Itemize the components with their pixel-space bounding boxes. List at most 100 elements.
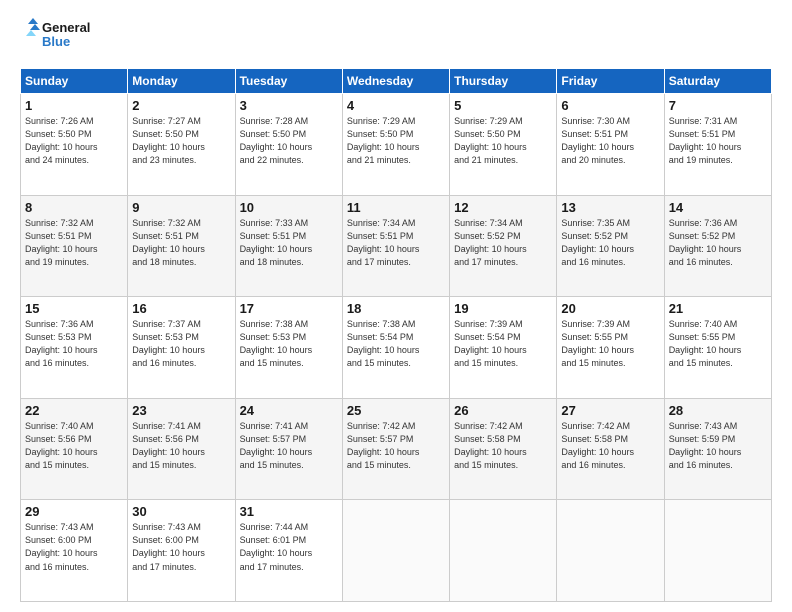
day-number: 20 [561, 301, 659, 316]
cell-info: Sunrise: 7:34 AMSunset: 5:52 PMDaylight:… [454, 217, 552, 269]
calendar-cell: 15Sunrise: 7:36 AMSunset: 5:53 PMDayligh… [21, 297, 128, 399]
calendar-cell: 14Sunrise: 7:36 AMSunset: 5:52 PMDayligh… [664, 195, 771, 297]
cell-info: Sunrise: 7:41 AMSunset: 5:57 PMDaylight:… [240, 420, 338, 472]
calendar-cell: 16 Sunrise: 7:37 AMSunset: 5:53 PMDayligh… [128, 297, 235, 399]
cell-info: Sunrise: 7:41 AMSunset: 5:56 PMDaylight:… [132, 420, 230, 472]
day-number: 8 [25, 200, 123, 215]
cell-info: Sunrise: 7:36 AMSunset: 5:52 PMDaylight:… [669, 217, 767, 269]
calendar-cell: 24 Sunrise: 7:41 AMSunset: 5:57 PMDayligh… [235, 398, 342, 500]
svg-text:Blue: Blue [42, 34, 70, 49]
day-number: 22 [25, 403, 123, 418]
day-number: 21 [669, 301, 767, 316]
day-number: 25 [347, 403, 445, 418]
cell-info: Sunrise: 7:26 AMSunset: 5:50 PMDaylight:… [25, 115, 123, 167]
day-number: 11 [347, 200, 445, 215]
calendar-cell: 17 Sunrise: 7:38 AMSunset: 5:53 PMDayligh… [235, 297, 342, 399]
cell-info: Sunrise: 7:38 AMSunset: 5:53 PMDaylight:… [240, 318, 338, 370]
day-number: 18 [347, 301, 445, 316]
calendar-cell: 31Sunrise: 7:44 AMSunset: 6:01 PMDayligh… [235, 500, 342, 602]
day-number: 31 [240, 504, 338, 519]
calendar-cell: 21Sunrise: 7:40 AMSunset: 5:55 PMDayligh… [664, 297, 771, 399]
cell-info: Sunrise: 7:38 AMSunset: 5:54 PMDaylight:… [347, 318, 445, 370]
calendar-week-5: 29 Sunrise: 7:43 AMSunset: 6:00 PMDayligh… [21, 500, 772, 602]
cell-info: Sunrise: 7:43 AMSunset: 6:00 PMDaylight:… [25, 521, 123, 573]
day-number: 29 [25, 504, 123, 519]
day-number: 10 [240, 200, 338, 215]
day-number: 9 [132, 200, 230, 215]
calendar-week-3: 15Sunrise: 7:36 AMSunset: 5:53 PMDayligh… [21, 297, 772, 399]
calendar-cell: 18 Sunrise: 7:38 AMSunset: 5:54 PMDayligh… [342, 297, 449, 399]
day-number: 4 [347, 98, 445, 113]
calendar-cell: 10 Sunrise: 7:33 AMSunset: 5:51 PMDayligh… [235, 195, 342, 297]
calendar-cell: 27 Sunrise: 7:42 AMSunset: 5:58 PMDayligh… [557, 398, 664, 500]
calendar-cell: 5Sunrise: 7:29 AMSunset: 5:50 PMDaylight… [450, 94, 557, 196]
day-number: 16 [132, 301, 230, 316]
day-number: 17 [240, 301, 338, 316]
cell-info: Sunrise: 7:43 AMSunset: 5:59 PMDaylight:… [669, 420, 767, 472]
calendar-header: SundayMondayTuesdayWednesdayThursdayFrid… [21, 69, 772, 94]
weekday-header-wednesday: Wednesday [342, 69, 449, 94]
logo: General Blue [20, 16, 100, 58]
logo-svg: General Blue [20, 16, 100, 58]
calendar-cell: 30 Sunrise: 7:43 AMSunset: 6:00 PMDayligh… [128, 500, 235, 602]
day-number: 13 [561, 200, 659, 215]
cell-info: Sunrise: 7:28 AMSunset: 5:50 PMDaylight:… [240, 115, 338, 167]
cell-info: Sunrise: 7:42 AMSunset: 5:58 PMDaylight:… [561, 420, 659, 472]
day-number: 27 [561, 403, 659, 418]
calendar-cell [450, 500, 557, 602]
cell-info: Sunrise: 7:32 AMSunset: 5:51 PMDaylight:… [132, 217, 230, 269]
cell-info: Sunrise: 7:34 AMSunset: 5:51 PMDaylight:… [347, 217, 445, 269]
day-number: 5 [454, 98, 552, 113]
cell-info: Sunrise: 7:39 AMSunset: 5:54 PMDaylight:… [454, 318, 552, 370]
cell-info: Sunrise: 7:36 AMSunset: 5:53 PMDaylight:… [25, 318, 123, 370]
calendar-cell: 13 Sunrise: 7:35 AMSunset: 5:52 PMDayligh… [557, 195, 664, 297]
cell-info: Sunrise: 7:43 AMSunset: 6:00 PMDaylight:… [132, 521, 230, 573]
day-number: 19 [454, 301, 552, 316]
cell-info: Sunrise: 7:40 AMSunset: 5:56 PMDaylight:… [25, 420, 123, 472]
weekday-header-monday: Monday [128, 69, 235, 94]
cell-info: Sunrise: 7:30 AMSunset: 5:51 PMDaylight:… [561, 115, 659, 167]
cell-info: Sunrise: 7:33 AMSunset: 5:51 PMDaylight:… [240, 217, 338, 269]
day-number: 26 [454, 403, 552, 418]
calendar-cell: 28 Sunrise: 7:43 AMSunset: 5:59 PMDayligh… [664, 398, 771, 500]
calendar-body: 1 Sunrise: 7:26 AMSunset: 5:50 PMDaylight… [21, 94, 772, 602]
weekday-header-thursday: Thursday [450, 69, 557, 94]
weekday-header-friday: Friday [557, 69, 664, 94]
calendar-cell: 2Sunrise: 7:27 AMSunset: 5:50 PMDaylight… [128, 94, 235, 196]
weekday-header-sunday: Sunday [21, 69, 128, 94]
weekday-header-tuesday: Tuesday [235, 69, 342, 94]
cell-info: Sunrise: 7:35 AMSunset: 5:52 PMDaylight:… [561, 217, 659, 269]
calendar-cell: 25Sunrise: 7:42 AMSunset: 5:57 PMDayligh… [342, 398, 449, 500]
cell-info: Sunrise: 7:32 AMSunset: 5:51 PMDaylight:… [25, 217, 123, 269]
day-number: 24 [240, 403, 338, 418]
calendar-cell: 12 Sunrise: 7:34 AMSunset: 5:52 PMDayligh… [450, 195, 557, 297]
calendar-cell: 23Sunrise: 7:41 AMSunset: 5:56 PMDayligh… [128, 398, 235, 500]
day-number: 30 [132, 504, 230, 519]
calendar-cell [557, 500, 664, 602]
day-number: 12 [454, 200, 552, 215]
calendar-cell: 26Sunrise: 7:42 AMSunset: 5:58 PMDayligh… [450, 398, 557, 500]
calendar-cell: 8 Sunrise: 7:32 AMSunset: 5:51 PMDaylight… [21, 195, 128, 297]
cell-info: Sunrise: 7:37 AMSunset: 5:53 PMDaylight:… [132, 318, 230, 370]
day-number: 2 [132, 98, 230, 113]
cell-info: Sunrise: 7:29 AMSunset: 5:50 PMDaylight:… [347, 115, 445, 167]
calendar-cell: 9 Sunrise: 7:32 AMSunset: 5:51 PMDaylight… [128, 195, 235, 297]
day-number: 1 [25, 98, 123, 113]
calendar-table: SundayMondayTuesdayWednesdayThursdayFrid… [20, 68, 772, 602]
calendar-cell: 29 Sunrise: 7:43 AMSunset: 6:00 PMDayligh… [21, 500, 128, 602]
calendar-cell: 3Sunrise: 7:28 AMSunset: 5:50 PMDaylight… [235, 94, 342, 196]
calendar-week-1: 1 Sunrise: 7:26 AMSunset: 5:50 PMDaylight… [21, 94, 772, 196]
day-number: 7 [669, 98, 767, 113]
svg-text:General: General [42, 20, 90, 35]
calendar-cell: 22 Sunrise: 7:40 AMSunset: 5:56 PMDayligh… [21, 398, 128, 500]
calendar-week-2: 8 Sunrise: 7:32 AMSunset: 5:51 PMDaylight… [21, 195, 772, 297]
calendar-cell: 7Sunrise: 7:31 AMSunset: 5:51 PMDaylight… [664, 94, 771, 196]
calendar-page: General Blue SundayMondayTuesdayWednesda… [0, 0, 792, 612]
cell-info: Sunrise: 7:39 AMSunset: 5:55 PMDaylight:… [561, 318, 659, 370]
weekday-header-saturday: Saturday [664, 69, 771, 94]
day-number: 28 [669, 403, 767, 418]
calendar-cell: 19 Sunrise: 7:39 AMSunset: 5:54 PMDayligh… [450, 297, 557, 399]
calendar-cell: 1 Sunrise: 7:26 AMSunset: 5:50 PMDaylight… [21, 94, 128, 196]
day-number: 6 [561, 98, 659, 113]
calendar-cell: 20 Sunrise: 7:39 AMSunset: 5:55 PMDayligh… [557, 297, 664, 399]
